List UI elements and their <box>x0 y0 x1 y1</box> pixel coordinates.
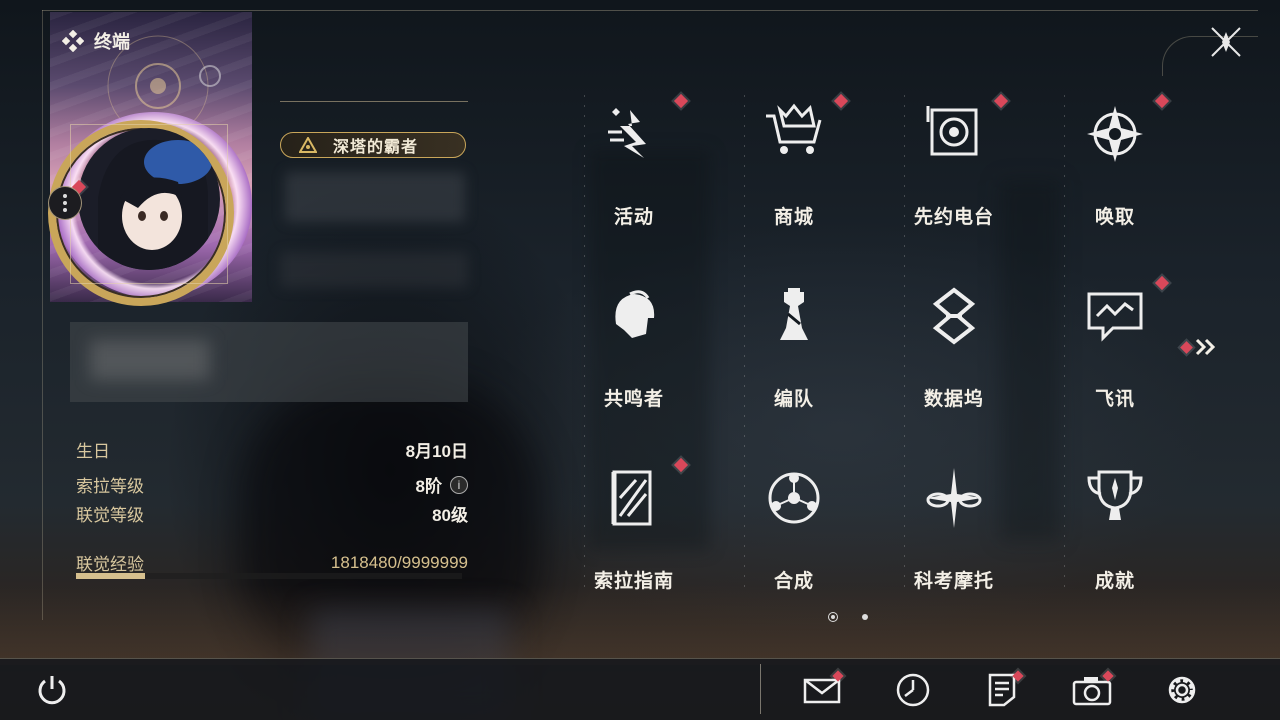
data-dock-icon <box>922 284 986 348</box>
notification-badge <box>673 93 689 109</box>
page-dot-2[interactable] <box>862 614 868 620</box>
menu-tile[interactable]: 成就 <box>1055 454 1175 604</box>
menu-tile[interactable]: 数据坞 <box>894 272 1014 422</box>
menu-tile-label: 商城 <box>773 207 814 228</box>
bottom-separator <box>760 664 761 714</box>
notes-icon <box>988 673 1016 707</box>
notification-badge <box>1154 275 1170 291</box>
close-icon <box>1211 27 1241 57</box>
compass-star-icon <box>1083 102 1147 166</box>
menu-tile-label: 飞讯 <box>1094 389 1135 410</box>
clock-button[interactable] <box>893 670 933 710</box>
shop-cart-icon <box>762 102 826 166</box>
menu-tile[interactable]: 索拉指南 <box>574 454 694 604</box>
diamond-cluster-icon <box>62 30 84 52</box>
menu-tile-label: 科考摩托 <box>913 571 994 592</box>
frame-left-line <box>42 10 43 620</box>
close-button[interactable] <box>1208 24 1244 60</box>
menu-tile[interactable]: 商城 <box>734 90 854 240</box>
union-level-value: 80级 <box>432 506 468 525</box>
menu-tile-label: 先约电台 <box>913 207 994 228</box>
gear-icon <box>1168 676 1196 704</box>
clock-icon <box>896 673 930 707</box>
union-exp-fill <box>76 573 146 579</box>
trophy-icon <box>1083 466 1147 530</box>
notes-button[interactable] <box>982 670 1024 710</box>
notification-badge <box>993 93 1009 109</box>
terminal-title: 终端 <box>94 32 130 52</box>
blurred-username <box>285 172 465 222</box>
menu-tile-label: 共鸣者 <box>603 389 664 410</box>
title-badge-text: 深塔的霸者 <box>333 139 419 156</box>
blurred-signature-box <box>70 322 468 402</box>
menu-tile-label: 成就 <box>1094 571 1135 592</box>
synthesis-orb-icon <box>762 466 826 530</box>
more-dots-icon <box>63 194 67 212</box>
menu-tile-label: 活动 <box>613 207 654 228</box>
page-indicator <box>828 612 868 622</box>
profile-more-button[interactable] <box>48 186 82 220</box>
chat-message-icon <box>1083 284 1147 348</box>
triangle-rank-icon <box>299 137 317 153</box>
menu-tile[interactable]: 唤取 <box>1055 90 1175 240</box>
birthday-row: 生日 8月10日 <box>76 437 468 462</box>
menu-tile-label: 合成 <box>773 571 814 592</box>
radio-speaker-icon <box>922 102 986 166</box>
menu-tile-label: 索拉指南 <box>593 571 674 592</box>
menu-tile[interactable]: 科考摩托 <box>894 454 1014 604</box>
power-icon <box>38 676 66 705</box>
union-level-row: 联觉等级 80级 <box>76 501 468 526</box>
birthday-label: 生日 <box>76 442 110 461</box>
sparkle-events-icon <box>602 102 666 166</box>
menu-tile-label: 编队 <box>773 389 814 410</box>
menu-tile[interactable]: 先约电台 <box>894 90 1014 240</box>
menu-tile[interactable]: 飞讯 <box>1055 272 1175 422</box>
sola-level-row: 索拉等级 8阶 i <box>76 472 468 497</box>
motorbike-icon <box>922 466 986 530</box>
power-button[interactable] <box>32 670 72 710</box>
terminal-header: 终端 <box>62 28 130 54</box>
union-exp-value: 1818480/9999999 <box>330 552 468 572</box>
title-badge[interactable]: 深塔的霸者 <box>280 132 466 158</box>
mail-button[interactable] <box>802 670 844 710</box>
union-level-label: 联觉等级 <box>76 506 144 525</box>
guide-book-icon <box>602 466 666 530</box>
double-chevron-right-icon <box>1195 338 1216 356</box>
blurred-uid <box>280 252 468 288</box>
notification-badge <box>1154 93 1170 109</box>
sola-level-label: 索拉等级 <box>76 477 144 496</box>
resonator-head-icon <box>602 284 666 348</box>
next-page-button[interactable] <box>1180 338 1217 356</box>
menu-tile-label: 数据坞 <box>923 389 984 410</box>
sola-level-value: 8阶 <box>415 477 442 496</box>
menu-tile[interactable]: 合成 <box>734 454 854 604</box>
notification-badge <box>833 93 849 109</box>
notification-badge <box>673 457 689 473</box>
menu-tile[interactable]: 编队 <box>734 272 854 422</box>
settings-button[interactable] <box>1162 670 1202 710</box>
union-exp-row: 联觉经验 1818480/9999999 <box>76 550 468 575</box>
avatar-selection-frame <box>70 124 228 284</box>
camera-button[interactable] <box>1072 670 1114 710</box>
frame-top-line <box>42 10 1258 11</box>
birthday-value: 8月10日 <box>405 442 468 461</box>
page-dot-1[interactable] <box>828 612 838 622</box>
union-exp-label: 联觉经验 <box>76 555 144 574</box>
title-divider <box>280 101 468 102</box>
menu-tile[interactable]: 活动 <box>574 90 694 240</box>
menu-tile[interactable]: 共鸣者 <box>574 272 694 422</box>
info-icon[interactable]: i <box>450 475 468 494</box>
union-exp-bar <box>76 573 462 579</box>
chess-tower-icon <box>762 284 826 348</box>
menu-tile-label: 唤取 <box>1094 207 1135 228</box>
